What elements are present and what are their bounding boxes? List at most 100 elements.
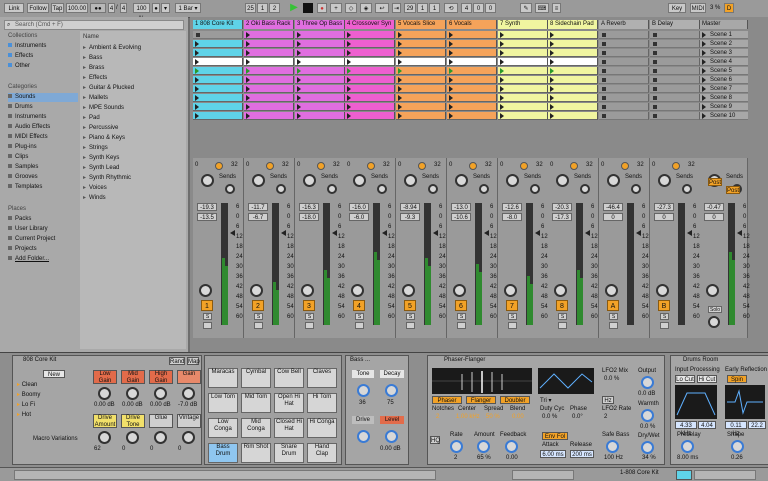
phase-value[interactable]: 0.0° bbox=[572, 414, 583, 420]
folder-expand-icon[interactable]: ▸ bbox=[83, 195, 86, 201]
clip-slot[interactable] bbox=[345, 103, 395, 111]
clip-slot[interactable] bbox=[345, 76, 395, 84]
place-projects[interactable]: Projects bbox=[8, 245, 78, 254]
clip-slot[interactable] bbox=[548, 40, 598, 48]
track-header-8[interactable]: 8 Sidechain Pad bbox=[548, 20, 598, 29]
track-header-10[interactable]: B Delay bbox=[650, 20, 700, 29]
browser-list-item[interactable]: ▸ Effects bbox=[83, 73, 183, 83]
volume-readout[interactable]: -8.94 bbox=[400, 203, 420, 211]
hi-cut-freq[interactable]: 4.04 bbox=[698, 421, 716, 429]
pan-knob[interactable] bbox=[656, 284, 669, 297]
folder-expand-icon[interactable]: ▸ bbox=[83, 155, 86, 161]
clip-stop-icon[interactable] bbox=[602, 42, 606, 46]
spin-button[interactable]: Spin bbox=[727, 375, 747, 383]
clip-play-icon[interactable] bbox=[398, 59, 402, 65]
track-activator-button[interactable]: 1 bbox=[201, 300, 213, 311]
clip-play-icon[interactable] bbox=[246, 113, 250, 119]
arm-button[interactable] bbox=[406, 322, 415, 329]
clip-play-icon[interactable] bbox=[347, 104, 351, 110]
clip-slot[interactable] bbox=[498, 112, 548, 120]
category-midi-effects[interactable]: MIDI Effects bbox=[8, 133, 78, 142]
clip-slot[interactable] bbox=[548, 112, 598, 120]
clip-slot[interactable] bbox=[193, 112, 243, 120]
clip-slot[interactable] bbox=[295, 49, 345, 57]
clip-play-icon[interactable] bbox=[246, 95, 250, 101]
clip-slot[interactable] bbox=[548, 58, 598, 66]
clip-slot[interactable] bbox=[345, 58, 395, 66]
post-button-2[interactable]: Post bbox=[726, 186, 740, 194]
clip-slot[interactable] bbox=[345, 49, 395, 57]
arm-button[interactable] bbox=[660, 322, 669, 329]
empty-clip-slot[interactable] bbox=[650, 40, 700, 48]
solo-button[interactable]: S bbox=[305, 313, 314, 320]
track-header-4[interactable]: 4 Crossover Syn bbox=[345, 20, 395, 29]
overdub-icon[interactable]: + bbox=[330, 3, 342, 13]
safe-bass-knob[interactable] bbox=[606, 440, 619, 453]
browser-list-item[interactable]: ▸ MPE Sounds bbox=[83, 103, 183, 113]
clip-play-icon[interactable] bbox=[246, 32, 250, 38]
empty-clip-slot[interactable] bbox=[650, 49, 700, 57]
folder-expand-icon[interactable]: ▸ bbox=[83, 45, 86, 51]
scene-play-icon[interactable] bbox=[702, 32, 706, 38]
clip-slot[interactable] bbox=[193, 94, 243, 102]
capture-icon[interactable]: ◈ bbox=[360, 3, 372, 13]
fader-handle-icon[interactable] bbox=[484, 230, 489, 236]
pan-readout[interactable]: -6.7 bbox=[248, 213, 268, 221]
clip-slot[interactable] bbox=[498, 94, 548, 102]
clip-play-icon[interactable] bbox=[500, 50, 504, 56]
scene-play-icon[interactable] bbox=[702, 77, 706, 83]
clip-slot[interactable] bbox=[447, 76, 497, 84]
empty-clip-slot[interactable] bbox=[650, 103, 700, 111]
clip-slot[interactable] bbox=[244, 85, 294, 93]
clip-stop-icon[interactable] bbox=[196, 33, 200, 37]
clip-play-icon[interactable] bbox=[297, 59, 301, 65]
clip-play-icon[interactable] bbox=[449, 86, 453, 92]
empty-clip-slot[interactable] bbox=[599, 58, 649, 66]
clip-slot[interactable] bbox=[396, 40, 446, 48]
clip-play-icon[interactable] bbox=[297, 104, 301, 110]
zoom-field[interactable]: 100 % bbox=[133, 3, 150, 22]
time-sig-numerator[interactable]: 4 bbox=[108, 3, 115, 13]
scene-launch-9[interactable]: Scene 9 bbox=[700, 103, 748, 111]
pan-knob[interactable] bbox=[706, 284, 719, 297]
release-value[interactable]: 200 ms bbox=[570, 450, 594, 458]
drum-pad[interactable]: Open Hi Hat bbox=[274, 393, 304, 413]
clip-slot[interactable] bbox=[244, 58, 294, 66]
send-knob[interactable] bbox=[252, 174, 265, 187]
loop-length-sixteenth[interactable]: 0 bbox=[485, 3, 496, 13]
scene-launch-7[interactable]: Scene 7 bbox=[700, 85, 748, 93]
clip-slot[interactable] bbox=[295, 76, 345, 84]
clip-slot[interactable] bbox=[345, 40, 395, 48]
clip-play-icon[interactable] bbox=[246, 50, 250, 56]
drum-pad[interactable]: Low Tom bbox=[208, 393, 238, 413]
arm-button[interactable] bbox=[355, 322, 364, 329]
browser-list-item[interactable]: ▸ Piano & Keys bbox=[83, 133, 183, 143]
clip-slot[interactable] bbox=[244, 112, 294, 120]
folder-expand-icon[interactable]: ▸ bbox=[83, 75, 86, 81]
empty-clip-slot[interactable] bbox=[599, 40, 649, 48]
send-knob[interactable] bbox=[556, 174, 569, 187]
clip-play-icon[interactable] bbox=[347, 86, 351, 92]
clip-play-icon[interactable] bbox=[500, 104, 504, 110]
lfo2-mix-value[interactable]: 0.0 % bbox=[604, 376, 619, 382]
loop-toggle-icon[interactable]: ⟲ bbox=[444, 3, 458, 13]
solo-button[interactable]: S bbox=[609, 313, 618, 320]
browser-list-item[interactable]: ▸ Bass bbox=[83, 53, 183, 63]
empty-clip-slot[interactable] bbox=[599, 85, 649, 93]
metronome-dots[interactable]: ●● bbox=[90, 3, 106, 13]
volume-readout[interactable]: -0.47 bbox=[704, 203, 724, 211]
pan-knob[interactable] bbox=[504, 284, 517, 297]
time-sig-denominator[interactable]: 4 bbox=[120, 3, 127, 13]
drum-pad[interactable]: Cow Bell bbox=[274, 368, 304, 388]
scene-play-icon[interactable] bbox=[702, 86, 706, 92]
clip-slot[interactable] bbox=[244, 49, 294, 57]
clip-slot[interactable] bbox=[498, 76, 548, 84]
post-button[interactable]: Post bbox=[708, 178, 722, 186]
clip-play-icon[interactable] bbox=[195, 77, 199, 83]
clip-play-icon[interactable] bbox=[347, 50, 351, 56]
clip-play-icon[interactable] bbox=[500, 59, 504, 65]
drywet-knob[interactable] bbox=[641, 441, 654, 454]
clip-play-icon[interactable] bbox=[297, 95, 301, 101]
send-b-knob[interactable] bbox=[428, 184, 438, 194]
arm-button[interactable] bbox=[203, 322, 212, 329]
